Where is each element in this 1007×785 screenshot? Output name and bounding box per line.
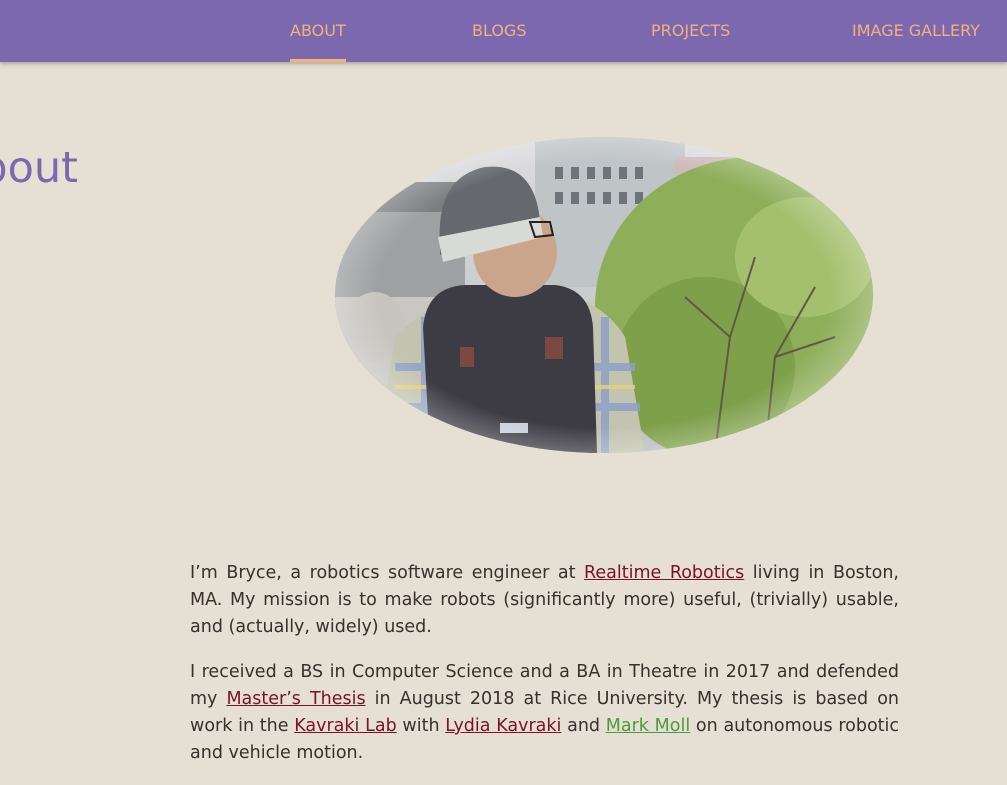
nav-projects-link[interactable]: PROJECTS [651,0,730,62]
lydia-kavraki-link[interactable]: Lydia Kavraki [445,716,561,736]
bio-content: I’m Bryce, a robotics software engineer … [190,560,899,785]
kavraki-lab-link[interactable]: Kavraki Lab [294,716,396,736]
nav-blogs-link[interactable]: BLOGS [472,0,526,62]
masters-thesis-link[interactable]: Master’s Thesis [226,689,365,709]
profile-photo [335,137,873,453]
top-navbar: ABOUT BLOGS PROJECTS IMAGE GALLERY [0,0,1007,62]
mark-moll-link[interactable]: Mark Moll [606,716,690,736]
nav-about-link[interactable]: ABOUT [290,0,346,62]
nav-image-gallery-link[interactable]: IMAGE GALLERY [852,0,980,62]
bio-paragraph-1: I’m Bryce, a robotics software engineer … [190,563,899,637]
bio-paragraph-2: I received a BS in Computer Science and … [190,662,900,763]
realtime-robotics-link[interactable]: Realtime Robotics [584,563,744,583]
page-title: About [0,143,78,193]
